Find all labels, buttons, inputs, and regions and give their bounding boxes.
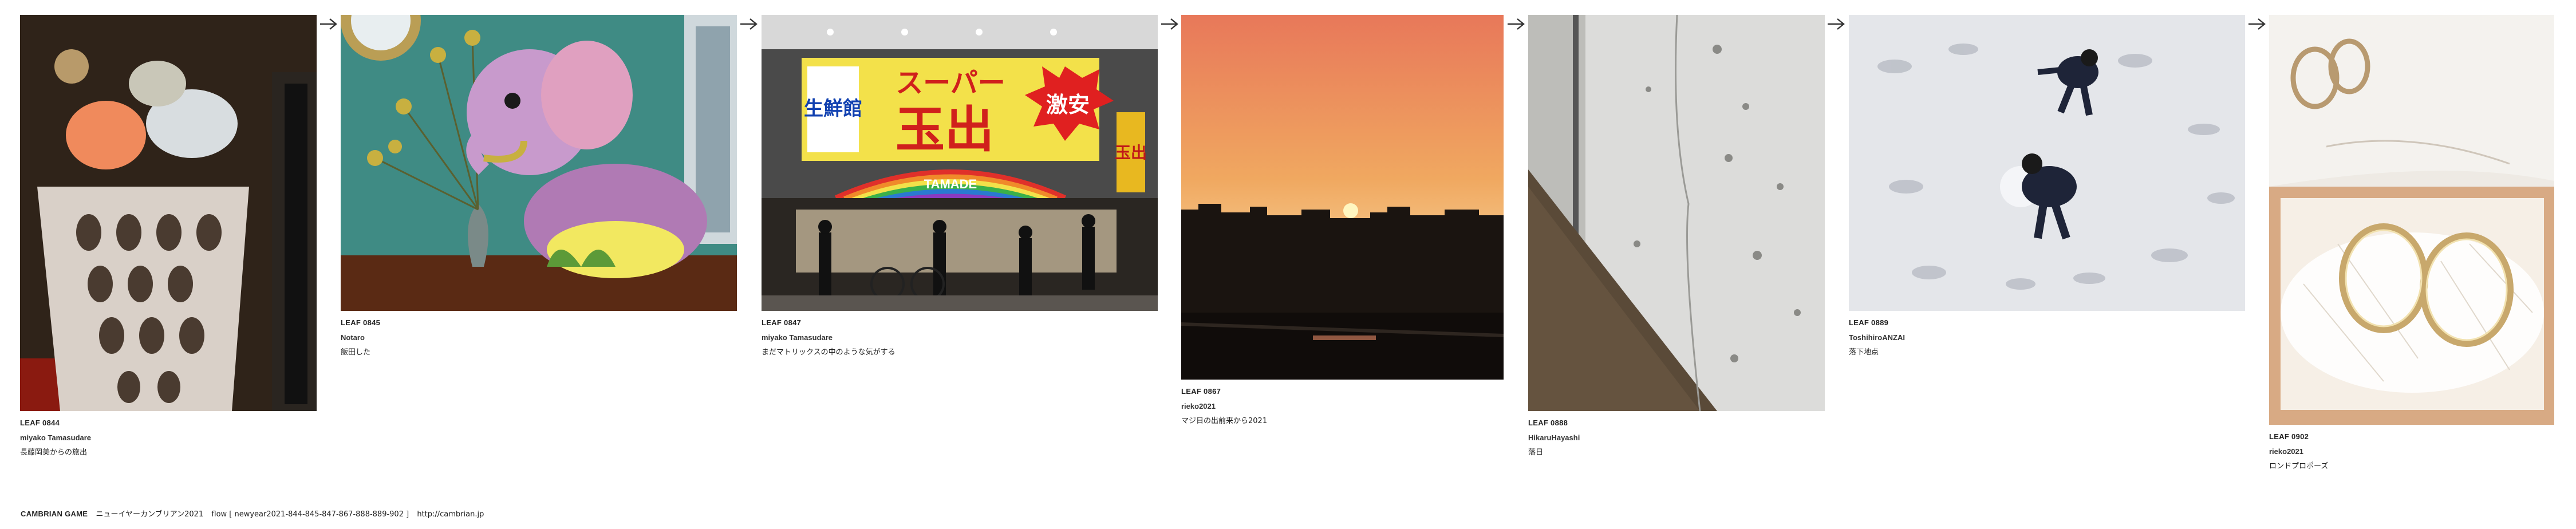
right-arrow-icon: [1828, 18, 1845, 30]
footer-game-name[interactable]: ニューイヤーカンブリアン2021: [96, 510, 203, 519]
leaf-caption: LEAF 0844 miyako Tamasudare 長藤岡美からの旅出: [20, 416, 317, 460]
right-arrow-icon: [1161, 18, 1178, 30]
leaf-card-0902[interactable]: LEAF 0902 rieko2021 ロンドプロポーズ: [2269, 15, 2554, 474]
leaf-caption: LEAF 0902 rieko2021 ロンドプロポーズ: [2269, 429, 2554, 474]
footer-flow: flow [ newyear2021-844-845-847-867-888-8…: [211, 510, 409, 519]
leaf-card-0844[interactable]: LEAF 0844 miyako Tamasudare 長藤岡美からの旅出: [20, 15, 317, 460]
leaf-title: 落日: [1528, 448, 1544, 457]
right-arrow-icon: [320, 18, 337, 30]
leaf-id[interactable]: LEAF 0889: [1849, 315, 2245, 330]
leaf-card-0888[interactable]: LEAF 0888 HikaruHayashi 落日: [1528, 15, 1825, 460]
leaf-id[interactable]: LEAF 0847: [762, 315, 1158, 330]
leaf-photo-0888[interactable]: [1528, 15, 1825, 411]
leaf-caption: LEAF 0888 HikaruHayashi 落日: [1528, 416, 1825, 460]
leaf-title: 落下地点: [1849, 348, 1879, 357]
leaf-caption: LEAF 0845 Notaro 飯田した: [341, 315, 737, 360]
leaf-caption: LEAF 0847 miyako Tamasudare まだマトリックスの中のよ…: [762, 315, 1158, 360]
leaf-photo-0845[interactable]: [341, 15, 737, 311]
sign-banner: TAMADE: [924, 177, 977, 191]
footer-url[interactable]: http://cambrian.jp: [417, 510, 484, 519]
leaf-photo-0844[interactable]: [20, 15, 317, 411]
leaf-card-0889[interactable]: LEAF 0889 ToshihiroANZAI 落下地点: [1849, 15, 2245, 360]
leaf-photo-0847[interactable]: 生鮮館 スーパー 玉出 激安 玉出 TAMADE: [762, 15, 1158, 311]
sign-badge: 激安: [1046, 92, 1090, 117]
leaf-id[interactable]: LEAF 0867: [1181, 384, 1504, 399]
right-arrow-icon: [2248, 18, 2266, 30]
leaf-author[interactable]: ToshihiroANZAI: [1849, 330, 2245, 345]
right-arrow-icon: [1508, 18, 1525, 30]
sign-top-mid: スーパー: [896, 67, 1005, 99]
leaf-flow: LEAF 0844 miyako Tamasudare 長藤岡美からの旅出 LE…: [0, 0, 2576, 504]
leaf-id[interactable]: LEAF 0844: [20, 416, 317, 431]
leaf-author[interactable]: HikaruHayashi: [1528, 431, 1825, 445]
footer: CAMBRIAN GAME ニューイヤーカンブリアン2021 flow [ ne…: [21, 508, 490, 520]
right-arrow-icon: [740, 18, 758, 30]
leaf-photo-0867[interactable]: [1181, 15, 1504, 380]
leaf-title: マジ日の出前来から2021: [1181, 417, 1268, 425]
leaf-title: 長藤岡美からの旅出: [20, 448, 88, 457]
leaf-card-0867[interactable]: LEAF 0867 rieko2021 マジ日の出前来から2021: [1181, 15, 1504, 429]
sign-top-left: 生鮮館: [804, 97, 862, 120]
leaf-photo-0889[interactable]: [1849, 15, 2245, 311]
leaf-author[interactable]: rieko2021: [2269, 444, 2554, 459]
leaf-card-0845[interactable]: LEAF 0845 Notaro 飯田した: [341, 15, 737, 360]
leaf-caption: LEAF 0867 rieko2021 マジ日の出前来から2021: [1181, 384, 1504, 429]
leaf-caption: LEAF 0889 ToshihiroANZAI 落下地点: [1849, 315, 2245, 360]
leaf-id[interactable]: LEAF 0902: [2269, 429, 2554, 444]
leaf-author[interactable]: miyako Tamasudare: [20, 431, 317, 445]
leaf-title: ロンドプロポーズ: [2269, 462, 2329, 471]
leaf-card-0847[interactable]: 生鮮館 スーパー 玉出 激安 玉出 TAMADE LEAF 0847 miyak…: [762, 15, 1158, 360]
leaf-author[interactable]: miyako Tamasudare: [762, 330, 1158, 345]
leaf-title: まだマトリックスの中のような気がする: [762, 348, 896, 357]
leaf-author[interactable]: rieko2021: [1181, 399, 1504, 414]
leaf-id[interactable]: LEAF 0888: [1528, 416, 1825, 431]
leaf-photo-0902[interactable]: [2269, 15, 2554, 425]
leaf-id[interactable]: LEAF 0845: [341, 315, 737, 330]
footer-brand[interactable]: CAMBRIAN GAME: [21, 510, 88, 518]
sign-side: 玉出: [1115, 143, 1147, 162]
leaf-title: 飯田した: [341, 348, 371, 357]
leaf-author[interactable]: Notaro: [341, 330, 737, 345]
sign-big: 玉出: [896, 101, 994, 159]
